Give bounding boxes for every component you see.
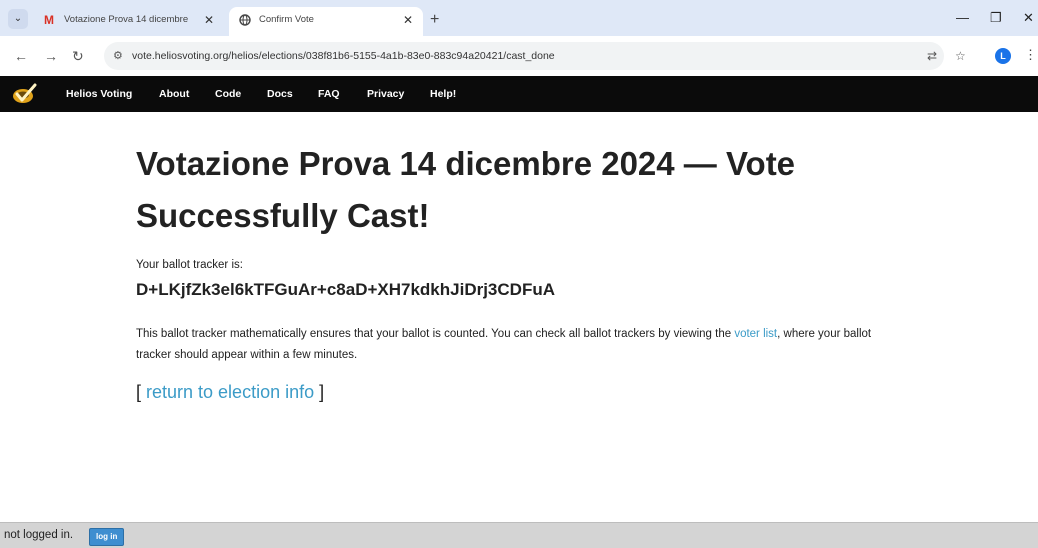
window-close-icon[interactable]: ✕ — [1023, 7, 1034, 29]
tab-title: Confirm Vote — [259, 14, 314, 25]
forward-arrow-icon[interactable]: → — [44, 46, 58, 66]
tracker-label: Your ballot tracker is: — [136, 259, 243, 271]
nav-help-link[interactable]: Help! — [430, 76, 456, 112]
nav-code-link[interactable]: Code — [215, 76, 241, 112]
back-arrow-icon[interactable]: ← — [14, 46, 28, 66]
tab-gmail[interactable]: M Votazione Prova 14 dicembre 2 ✕ — [34, 7, 224, 36]
url-field[interactable]: ⚙ vote.heliosvoting.org/helios/elections… — [104, 42, 944, 70]
explanation-text: This ballot tracker mathematically ensur… — [136, 328, 735, 340]
helios-logo-icon[interactable] — [10, 81, 38, 107]
new-tab-button[interactable]: + — [430, 7, 439, 33]
translate-icon[interactable]: ⇄ — [927, 48, 937, 64]
login-status-text: not logged in. — [4, 529, 74, 541]
nav-faq-link[interactable]: FAQ — [318, 76, 340, 112]
bracket-close: ] — [314, 382, 325, 402]
return-row: [ return to election info ] — [136, 382, 324, 403]
reload-icon[interactable]: ↻ — [72, 46, 84, 66]
tab-title: Votazione Prova 14 dicembre 2 — [64, 14, 190, 25]
tracker-explanation: This ballot tracker mathematically ensur… — [136, 324, 896, 366]
bookmark-star-icon[interactable]: ☆ — [955, 48, 966, 64]
profile-avatar[interactable]: L — [995, 48, 1011, 64]
more-menu-icon[interactable]: ⋮ — [1024, 47, 1037, 63]
site-settings-icon[interactable]: ⚙ — [113, 46, 123, 66]
browser-tab-bar: ⌄ M Votazione Prova 14 dicembre 2 ✕ Conf… — [0, 0, 1038, 36]
tab-close-icon[interactable]: ✕ — [403, 7, 413, 33]
url-text[interactable]: vote.heliosvoting.org/helios/elections/0… — [132, 42, 555, 70]
voter-list-link[interactable]: voter list — [734, 328, 777, 340]
ballot-tracker-value: D+LKjfZk3el6kTFGuAr+c8aD+XH7kdkhJiDrj3CD… — [136, 280, 555, 299]
tab-search-chevron-icon[interactable]: ⌄ — [8, 9, 28, 29]
return-to-election-link[interactable]: return to election info — [146, 382, 314, 402]
minimize-icon[interactable]: — — [956, 7, 969, 29]
restore-icon[interactable]: ❐ — [990, 7, 1002, 29]
nav-docs-link[interactable]: Docs — [267, 76, 293, 112]
gmail-icon: M — [44, 13, 54, 27]
page-title: Votazione Prova 14 dicembre 2024 — Vote … — [136, 145, 796, 234]
bracket-open: [ — [136, 382, 147, 402]
tab-confirm-vote[interactable]: Confirm Vote ✕ — [229, 7, 423, 36]
site-header: Helios Voting About Code Docs FAQ Privac… — [0, 76, 1038, 112]
login-footer: not logged in. log in — [0, 522, 1038, 548]
nav-about-link[interactable]: About — [159, 76, 189, 112]
login-button[interactable]: log in — [89, 528, 125, 546]
address-bar-row: ← → ↻ ⚙ vote.heliosvoting.org/helios/ele… — [0, 36, 1038, 76]
tab-close-icon[interactable]: ✕ — [204, 7, 214, 33]
globe-icon — [239, 7, 251, 35]
nav-brand-link[interactable]: Helios Voting — [66, 76, 132, 112]
nav-privacy-link[interactable]: Privacy — [367, 76, 404, 112]
